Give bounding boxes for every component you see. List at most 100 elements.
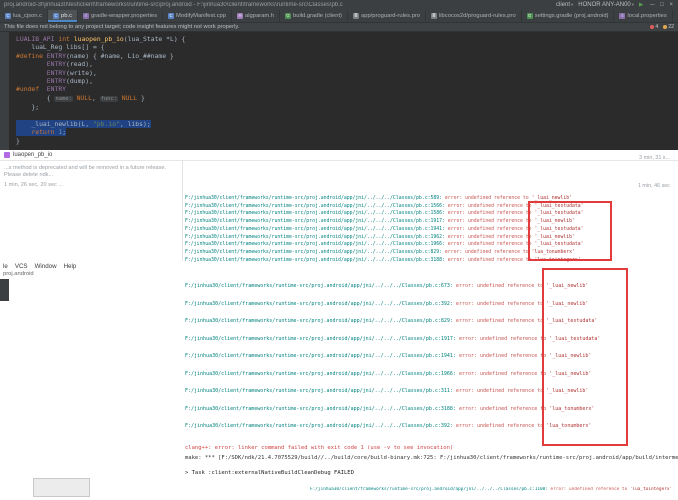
editor-tab[interactable]: Clua_cjson.c (0, 10, 49, 22)
editor-tab[interactable]: Cpb.c (48, 10, 78, 22)
editor-tab[interactable]: ≡ gradle-wrapper.properties (78, 10, 164, 22)
editor-tab-label: lua_cjson.c (13, 13, 43, 19)
clang-error-line: clang++: error: linker command failed wi… (185, 445, 454, 451)
run-toolbar: client ▾ HONOR ANY-AN00 ▾ ▶ ─ □ × (556, 2, 678, 8)
breadcrumb-function[interactable]: luaopen_pb_io (13, 152, 52, 158)
error-file-link[interactable]: F:/jinhua30/client/frameworks/runtime-sr… (185, 301, 453, 307)
forum-image: proj.android-3f\jinhua30\test\client\fra… (0, 0, 678, 500)
code-token: ENTRY (46, 51, 67, 60)
code-line[interactable]: ENTRY(write), (16, 69, 678, 77)
minimize-button[interactable]: ─ (648, 2, 656, 8)
error-file-link[interactable]: F:/jinhua30/client/frameworks/runtime-sr… (185, 219, 445, 224)
code-line[interactable]: return 1; (16, 128, 678, 137)
error-file-link[interactable]: F:/jinhua30/client/frameworks/runtime-sr… (185, 388, 453, 394)
code-token: lua_State (127, 35, 163, 43)
editor-tab-label: gradle-wrapper.properties (90, 13, 158, 19)
make-error-line: make: *** [F:/SDK/ndk/21.4.7075529/build… (185, 455, 678, 461)
run-config-selector[interactable]: client ▾ (556, 2, 573, 8)
tool-window-bar-left[interactable] (0, 32, 9, 150)
error-message: error: undefined reference to (455, 353, 550, 359)
code-line[interactable]: luaL_Reg libs[] = { (16, 43, 678, 51)
editor-tab[interactable]: ≣ app/proguard-rules.pro (348, 10, 426, 22)
annotation-box-1 (528, 201, 612, 261)
props-file-icon: ≡ (82, 13, 89, 19)
task-failed-line: > Task :client:externalNativeBuildCleanD… (185, 470, 354, 476)
menu-item[interactable]: Help (64, 263, 77, 270)
menu-item[interactable]: Window (35, 263, 57, 270)
menu-item[interactable]: VCS (15, 263, 28, 270)
code-line[interactable]: ENTRY(read), (16, 60, 678, 68)
code-line[interactable]: #undef ENTRY (16, 85, 678, 93)
run-button[interactable]: ▶ (639, 2, 643, 8)
code-token: ENTRY (46, 77, 67, 86)
editor-tab-label: settings.gradle (proj.android) (534, 13, 609, 19)
error-file-link[interactable]: F:/jinhua30/client/frameworks/runtime-sr… (185, 196, 442, 201)
code-line-text: _luai_newlib(L, "pb.io", libs); (16, 120, 151, 129)
editor-tab[interactable]: ≡ local.properties (614, 10, 673, 22)
build-messages-panel: ...s method is deprecated and will be re… (0, 163, 181, 261)
code-line[interactable]: ENTRY(dump), (16, 77, 678, 85)
tool-window-bar-left-2[interactable] (0, 279, 9, 301)
editor-tab[interactable]: Halgparam.h (232, 10, 281, 22)
editor-tab-label: pb.c (61, 13, 72, 19)
error-dot-icon (650, 25, 655, 29)
code-line[interactable] (16, 112, 678, 120)
code-line-text: return 1; (16, 128, 67, 137)
code-token: (read), (66, 60, 93, 69)
error-file-link[interactable]: F:/jinhua30/client/frameworks/runtime-sr… (185, 423, 453, 429)
menu-item[interactable]: le (3, 263, 8, 270)
error-file-link[interactable]: F:/jinhua30/client/frameworks/runtime-sr… (310, 487, 548, 492)
error-file-link[interactable]: F:/jinhua30/client/frameworks/runtime-sr… (185, 227, 445, 232)
close-button[interactable]: × (667, 2, 675, 8)
window-title: proj.android-3f\jinhua30\test\client\fra… (4, 2, 343, 8)
error-file-link[interactable]: F:/jinhua30/client/frameworks/runtime-sr… (185, 250, 442, 255)
warning-count: 22 (668, 24, 674, 30)
error-file-link[interactable]: F:/jinhua30/client/frameworks/runtime-sr… (185, 353, 456, 359)
device-selector[interactable]: HONOR ANY-AN00 ▾ (578, 2, 634, 8)
error-file-link[interactable]: F:/jinhua30/client/frameworks/runtime-sr… (185, 204, 445, 209)
error-message: error: undefined reference to (444, 226, 535, 232)
code-line-text: { name: NULL, func: NULL } (16, 94, 145, 102)
error-file-link[interactable]: F:/jinhua30/client/frameworks/runtime-sr… (185, 235, 445, 240)
error-file-link[interactable]: F:/jinhua30/client/frameworks/runtime-sr… (185, 406, 456, 412)
error-file-link[interactable]: F:/jinhua30/client/frameworks/runtime-sr… (185, 336, 456, 342)
props-file-icon: ≡ (619, 13, 626, 19)
error-message: error: undefined reference to (452, 318, 547, 324)
editor-tab[interactable]: ≣ libcocos2d/proguard-rules.pro (426, 10, 522, 22)
error-file-link[interactable]: F:/jinhua30/client/frameworks/runtime-sr… (185, 371, 456, 377)
editor-tab-label: local.properties (627, 13, 667, 19)
code-token: *L) { (162, 35, 186, 43)
menu-bar: le VCS Window Help (3, 263, 76, 270)
editor-tab[interactable]: Gsettings.gradle (proj.android) (522, 10, 615, 22)
task-duration-1: 3 min, 31 s... (639, 155, 670, 161)
error-file-link[interactable]: F:/jinhua30/client/frameworks/runtime-sr… (185, 242, 445, 247)
device-label: HONOR ANY-AN00 (578, 2, 631, 8)
error-message: error: undefined reference to (442, 196, 532, 201)
warning-count-badge[interactable]: 22 (663, 24, 674, 30)
code-line[interactable]: }; (16, 103, 678, 111)
editor-tab[interactable]: Gbuild.gradle (client) (280, 10, 348, 22)
error-count-badge[interactable]: 4 (650, 24, 658, 30)
error-file-link[interactable]: F:/jinhua30/client/frameworks/runtime-sr… (185, 283, 453, 289)
chevron-down-icon: ▾ (571, 2, 574, 7)
code-line[interactable]: #define ENTRY(name) { #name, Lio_##name … (16, 52, 678, 60)
code-line[interactable]: _luai_newlib(L, "pb.io", libs); (16, 120, 678, 129)
code-editor[interactable]: LUALIB_API int luaopen_pb_io(lua_State *… (0, 32, 678, 150)
maximize-button[interactable]: □ (658, 2, 666, 8)
error-file-link[interactable]: F:/jinhua30/client/frameworks/runtime-sr… (185, 211, 445, 216)
warning-dot-icon (663, 25, 668, 29)
code-line[interactable]: { name: NULL, func: NULL } (16, 94, 678, 103)
editor-tab[interactable]: C ModifyManifest.cpp (163, 10, 232, 22)
code-line-text: ENTRY(write), (16, 69, 97, 77)
c-file-icon: C (53, 13, 60, 19)
code-line[interactable]: LUALIB_API int luaopen_pb_io(lua_State *… (16, 35, 678, 43)
panel-divider[interactable] (182, 161, 183, 261)
code-line[interactable]: } (16, 137, 678, 145)
error-message: error: undefined reference to (455, 405, 550, 412)
ide-screenshot-1: proj.android-3f\jinhua30\test\client\fra… (0, 0, 678, 263)
error-file-link[interactable]: F:/jinhua30/client/frameworks/runtime-sr… (185, 318, 453, 324)
error-message: error: undefined reference to (444, 219, 535, 225)
code-token: "pb.io" (92, 120, 120, 129)
